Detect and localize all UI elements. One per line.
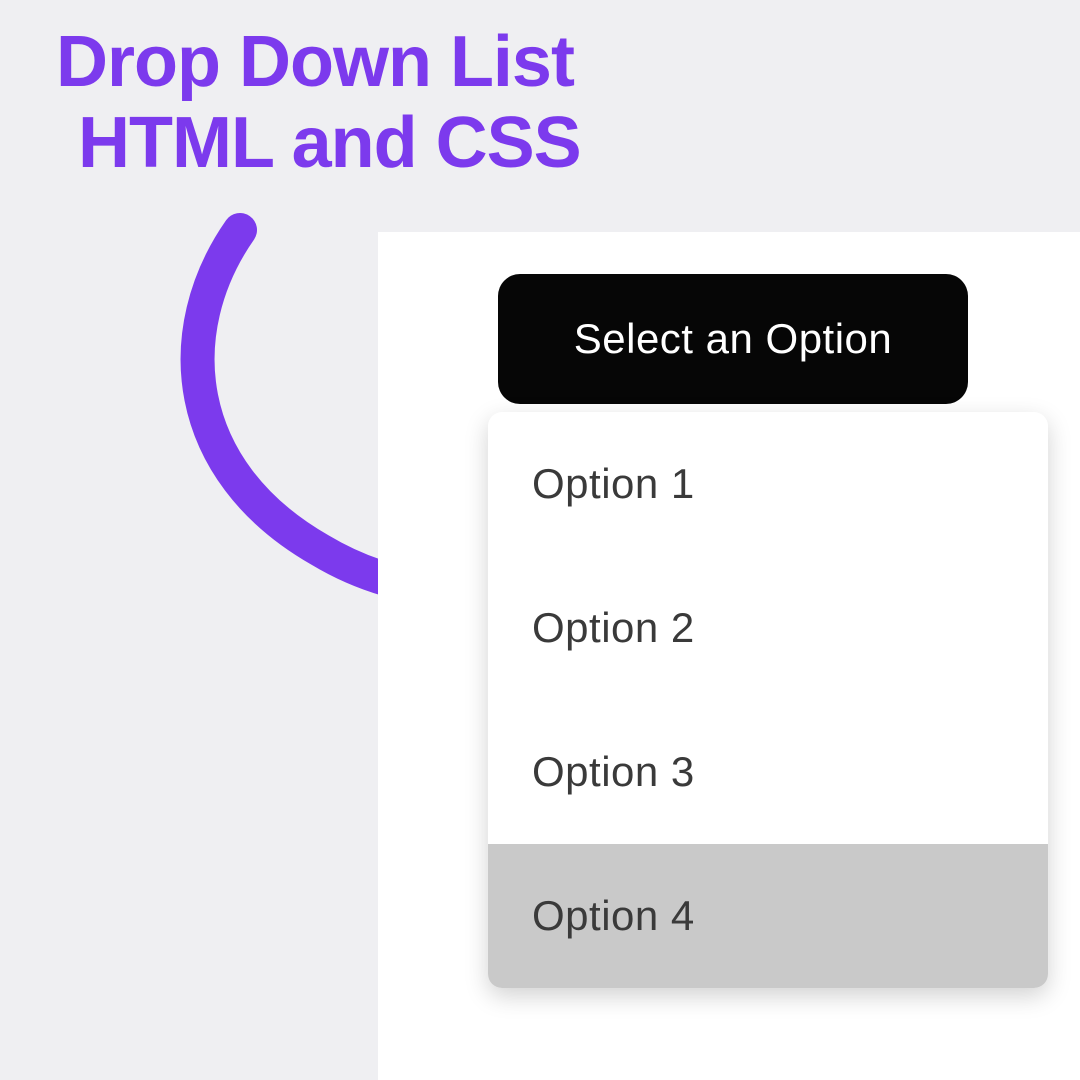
- dropdown-option-3[interactable]: Option 3: [488, 700, 1048, 844]
- dropdown-option-label: Option 1: [532, 460, 695, 507]
- title-line-2: HTML and CSS: [78, 103, 581, 184]
- dropdown-option-1[interactable]: Option 1: [488, 412, 1048, 556]
- dropdown-option-label: Option 2: [532, 604, 695, 651]
- title-line-1: Drop Down List: [56, 22, 581, 103]
- dropdown-option-label: Option 3: [532, 748, 695, 795]
- page-title: Drop Down List HTML and CSS: [56, 22, 581, 183]
- select-button[interactable]: Select an Option: [498, 274, 968, 404]
- dropdown-menu: Option 1 Option 2 Option 3 Option 4: [488, 412, 1048, 988]
- dropdown-option-label: Option 4: [532, 892, 695, 939]
- demo-panel: Select an Option Option 1 Option 2 Optio…: [378, 232, 1080, 1080]
- dropdown-option-4[interactable]: Option 4: [488, 844, 1048, 988]
- select-button-label: Select an Option: [574, 315, 893, 363]
- dropdown-option-2[interactable]: Option 2: [488, 556, 1048, 700]
